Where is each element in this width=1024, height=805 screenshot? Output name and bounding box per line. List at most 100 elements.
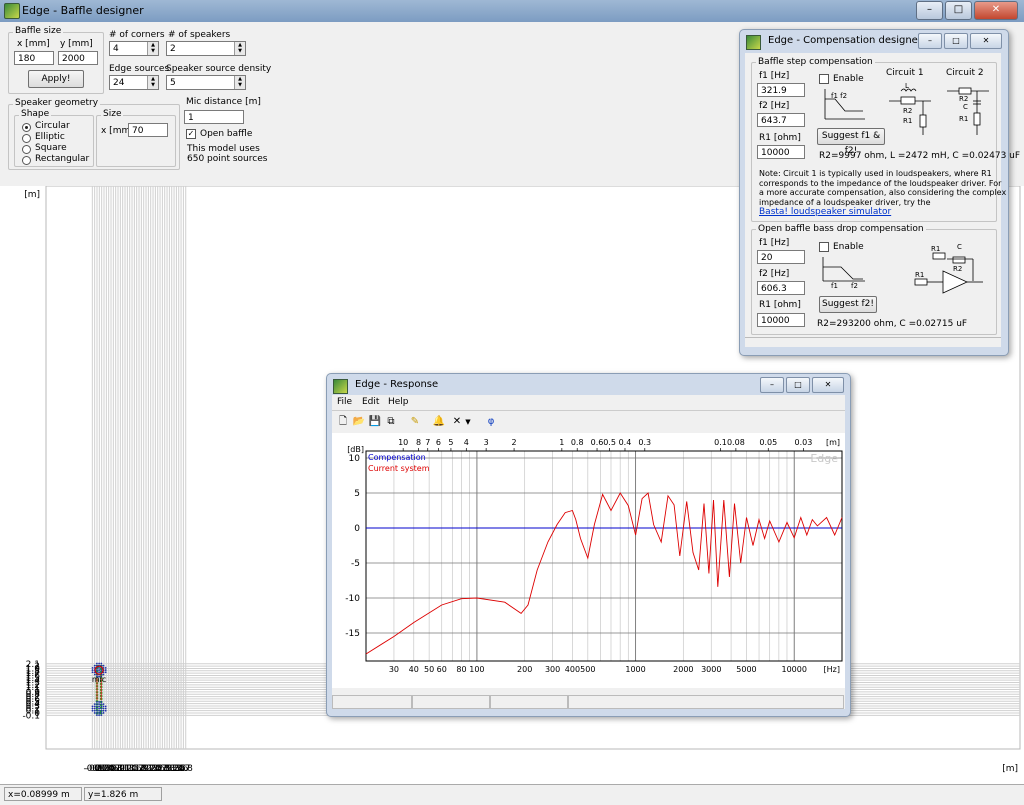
maximize-button[interactable]: □ [944,33,968,49]
y-unit-label: [m] [24,190,40,200]
open-baffle-checkbox[interactable]: ✓ [186,129,196,139]
x-tick-label: 3.8 [179,764,194,774]
menu-file[interactable]: File [337,397,352,407]
status-y: y=1.826 m [84,787,162,801]
speakers-value: 2 [170,44,176,54]
copy-icon[interactable]: ⧉ [382,413,400,431]
drop-r1-label: R1 [ohm] [759,300,801,310]
r1-input[interactable]: 10000 [757,145,805,159]
hz-tick-label: 5000 [736,665,756,674]
drop-enable-checkbox[interactable] [819,242,829,252]
shape-radio-circular[interactable] [22,123,31,132]
drop-f2-label: f2 [Hz] [759,269,790,279]
drop-f1-input[interactable]: 20 [757,250,805,264]
svg-text:R1: R1 [931,245,940,253]
mic-distance-input[interactable]: 1 [184,110,244,124]
m-tick-label: 0.4 [619,438,632,447]
note-line: Note: Circuit 1 is typically used in lou… [759,169,992,178]
hz-tick-label: 400 [565,665,580,674]
app-icon [746,35,761,50]
compensation-title: Edge - Compensation designer [768,35,922,46]
size-input[interactable]: 70 [128,123,168,137]
baffle-y-input[interactable]: 2000 [58,51,98,65]
corners-spinner[interactable]: 4 ▲ ▼ [109,41,159,56]
spinner-arrows-icon[interactable]: ▲ ▼ [147,42,158,55]
spinner-arrows-icon[interactable]: ▲ ▼ [147,76,158,89]
m-tick-label: 2 [512,438,517,447]
db-tick-label: 5 [354,489,360,499]
circuit2-diagram-icon: R2 C R1 [947,87,989,135]
m-tick-label: 10 [398,438,408,447]
f1-input[interactable]: 321.9 [757,83,805,97]
shape-radio-square[interactable] [22,145,31,154]
window-title: Edge - Baffle designer [22,4,144,17]
m-tick-label: 0.08 [727,438,745,447]
pen-icon[interactable]: ✎ [406,413,424,431]
title-bar: Edge - Baffle designer – □ ✕ [0,0,1024,23]
spinner-arrows-icon[interactable]: ▲ ▼ [234,76,245,89]
x-unit-label: [m] [1002,764,1018,774]
hz-unit-label: [Hz] [824,665,840,674]
drop-f2-input[interactable]: 606.3 [757,281,805,295]
close-button[interactable]: ✕ [974,1,1018,20]
response-title: Edge - Response [355,379,439,390]
baffle-size-title: Baffle size [13,26,64,36]
minimize-button[interactable]: – [916,1,943,20]
edge-sources-spinner[interactable]: 24 ▲ ▼ [109,75,159,90]
response-chart[interactable]: 1050-5-10-1530 40 50 60 80 100 200 300 400 500 100… [332,433,845,688]
suggest-f1-f2-button[interactable]: Suggest f1 & f2! [817,128,885,156]
m-tick-label: 1 [559,438,564,447]
suggest-f2-button[interactable]: Suggest f2! [819,296,877,313]
shape-radio-elliptic[interactable] [22,134,31,143]
apply-button[interactable]: Apply! [28,70,84,88]
svg-text:L: L [905,82,909,90]
db-tick-label: -15 [345,629,360,639]
drop-enable-label: Enable [833,242,864,252]
speakers-spinner[interactable]: 2 ▲ ▼ [166,41,246,56]
menu-help[interactable]: Help [388,397,409,407]
f2-input[interactable]: 643.7 [757,113,805,127]
bell-icon[interactable]: 🔔 [430,413,448,431]
baffle-x-input[interactable]: 180 [14,51,54,65]
step-response-icon: f1 f2 [824,89,865,120]
response-window[interactable]: Edge - Response – □ ✕ File Edit Help 🗋 📂… [326,373,851,717]
maximize-button[interactable]: □ [786,377,810,393]
close-button[interactable]: ✕ [970,33,1002,49]
r1-label: R1 [ohm] [759,133,801,143]
compensation-window[interactable]: Edge - Compensation designer – □ ✕ Baffl… [739,29,1020,356]
status-cell [412,695,490,709]
dropdown-icon[interactable]: ▼ [462,413,474,431]
menu-edit[interactable]: Edit [362,397,379,407]
phase-icon[interactable]: φ [482,413,500,431]
shape-radio-rectangular[interactable] [22,156,31,165]
svg-text:R1: R1 [915,271,924,279]
close-button[interactable]: ✕ [812,377,844,393]
m-tick-label: 0.3 [638,438,651,447]
density-spinner[interactable]: 5 ▲ ▼ [166,75,246,90]
shape-title: Shape [19,109,52,119]
mic-label: mic [92,675,106,684]
drop-r1-input[interactable]: 10000 [757,313,805,327]
maximize-button[interactable]: □ [945,1,972,20]
step-enable-checkbox[interactable] [819,74,829,84]
hz-tick-label: 10000 [782,665,807,674]
db-unit-label: [dB] [347,445,364,454]
m-tick-label: 0.1 [714,438,727,447]
status-x: x=0.08999 m [4,787,82,801]
minimize-button[interactable]: – [918,33,942,49]
m-tick-label: 0.05 [759,438,777,447]
shape-label: Elliptic [35,132,65,142]
hz-tick-label: 60 [437,665,447,674]
response-statusbar [332,695,845,709]
drop-response-icon: f1 f2 [822,257,865,289]
svg-text:R2: R2 [903,107,912,115]
svg-text:f1 f2: f1 f2 [831,92,847,100]
basta-link[interactable]: Basta! loudspeaker simulator [759,207,891,217]
minimize-button[interactable]: – [760,377,784,393]
spinner-arrows-icon[interactable]: ▲ ▼ [234,42,245,55]
m-unit-label: [m] [826,438,840,447]
density-value: 5 [170,78,176,88]
svg-text:f1: f1 [831,282,838,289]
app-icon [333,379,348,394]
note-line: a more accurate compensation, also consi… [759,188,1007,197]
